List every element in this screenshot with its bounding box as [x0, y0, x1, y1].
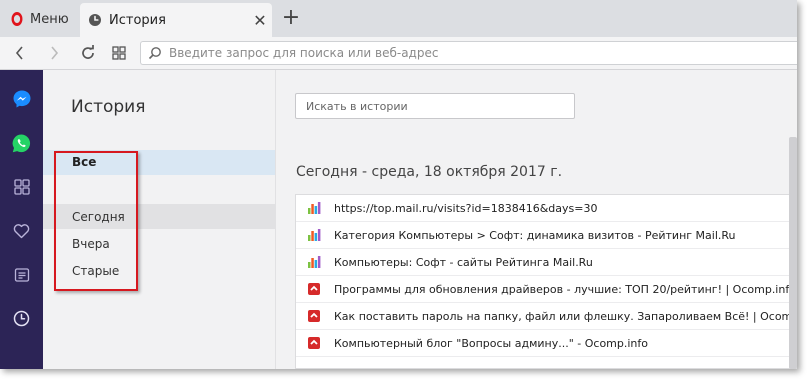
history-row-title: Как поставить пароль на папку, файл или … [334, 309, 797, 323]
opera-menu-button[interactable]: Меню [10, 6, 69, 32]
history-search-box[interactable] [295, 93, 575, 119]
history-row-title: Категория Компьютеры > Софт: динамика ви… [334, 228, 736, 242]
news-icon [14, 267, 29, 282]
chevron-left-icon [15, 46, 23, 60]
annotation-highlight-box [54, 151, 138, 291]
mailru-rating-icon [308, 202, 321, 214]
tab-bar: Меню История ✕ + [0, 0, 797, 37]
scrollbar[interactable] [789, 137, 797, 369]
navigation-toolbar [0, 37, 797, 70]
sidebar [0, 70, 43, 369]
tab-history[interactable]: История ✕ [80, 3, 272, 37]
messenger-icon [13, 90, 30, 107]
whatsapp-button[interactable] [8, 130, 35, 157]
chevron-right-icon [51, 46, 59, 60]
mailru-rating-icon [308, 229, 321, 241]
mailru-rating-icon [308, 256, 321, 268]
history-row-title: Компьютерный блог "Вопросы админу..." - … [334, 336, 649, 350]
heart-icon [13, 223, 30, 238]
history-row-title: https://top.mail.ru/visits?id=1838416&da… [334, 201, 598, 215]
history-list: https://top.mail.ru/visits?id=1838416&da… [295, 194, 797, 369]
speed-dial-icon [13, 178, 30, 195]
whatsapp-icon [12, 134, 31, 153]
ocomp-icon [308, 337, 320, 349]
page-title: История [71, 97, 146, 117]
new-tab-button[interactable]: + [280, 5, 302, 31]
history-row[interactable]: Категория Компьютеры > Софт: динамика ви… [296, 222, 797, 249]
history-clock-icon [13, 310, 30, 327]
history-search-input[interactable] [306, 94, 561, 118]
history-row-title: Компьютеры: Софт - сайты Рейтинга Mail.R… [334, 255, 593, 269]
address-input[interactable] [169, 46, 729, 60]
bookmarks-button[interactable] [8, 217, 35, 244]
forward-button[interactable] [42, 41, 66, 65]
reload-button[interactable] [76, 41, 100, 65]
close-tab-icon[interactable]: ✕ [248, 11, 272, 30]
tab-title: История [109, 12, 166, 28]
history-button[interactable] [8, 305, 35, 332]
reload-icon [82, 45, 94, 59]
history-row[interactable]: Программы для обновления драйверов - луч… [296, 276, 797, 303]
speed-dial-button[interactable] [8, 173, 35, 200]
history-row[interactable]: https://top.mail.ru/visits?id=1838416&da… [296, 195, 797, 222]
messenger-button[interactable] [8, 85, 35, 112]
search-icon [141, 46, 169, 60]
history-main: Сегодня - среда, 18 октября 2017 г. http… [276, 70, 797, 369]
history-row[interactable]: Компьютеры: Софт - сайты Рейтинга Mail.R… [296, 249, 797, 276]
ocomp-icon [308, 310, 320, 322]
clock-icon [89, 14, 101, 26]
history-row[interactable]: Компьютерный блог "Вопросы админу..." - … [296, 330, 797, 357]
opera-logo-icon [11, 12, 23, 26]
back-button[interactable] [8, 41, 32, 65]
ocomp-icon [308, 283, 320, 295]
menu-label: Меню [30, 11, 69, 27]
news-button[interactable] [8, 261, 35, 288]
grid-icon [112, 46, 126, 60]
history-row-title: Программы для обновления драйверов - луч… [334, 282, 796, 296]
tabs-grid-button[interactable] [107, 41, 131, 65]
day-heading: Сегодня - среда, 18 октября 2017 г. [296, 164, 563, 180]
history-row[interactable]: Как поставить пароль на папку, файл или … [296, 303, 797, 330]
address-bar[interactable] [140, 41, 797, 65]
